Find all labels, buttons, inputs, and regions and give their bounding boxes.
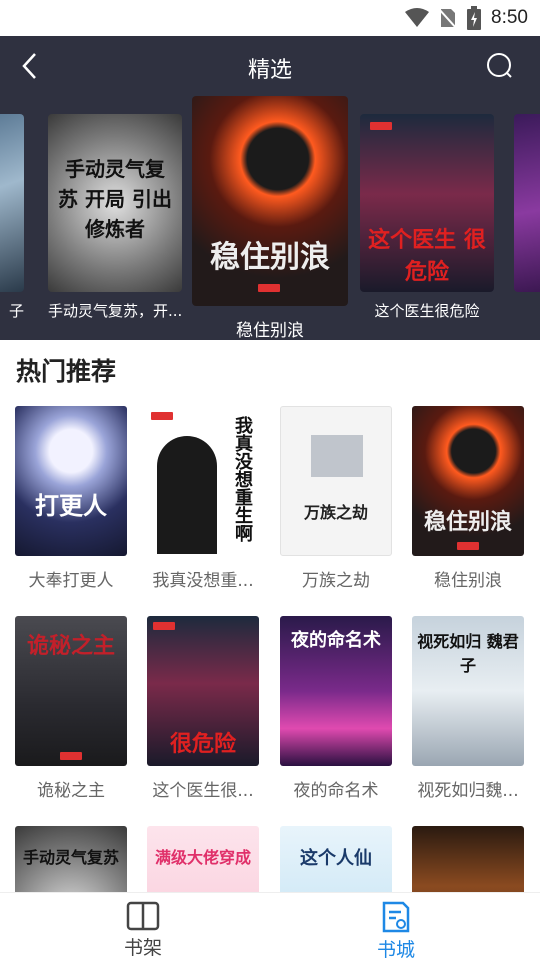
book-cover: 夜的命名术 bbox=[280, 616, 392, 766]
store-icon bbox=[382, 901, 410, 933]
publisher-tag bbox=[258, 284, 280, 292]
carousel-item-label: 这个医生很危险 bbox=[374, 302, 480, 320]
book-cover bbox=[0, 114, 24, 292]
cover-title: 手动灵气复苏 bbox=[22, 848, 119, 867]
carousel-item-label: 稳住别浪 bbox=[236, 321, 304, 340]
book-cover bbox=[514, 114, 540, 292]
carousel-item[interactable]: 子 bbox=[0, 114, 24, 321]
book-title: 这个医生很... bbox=[152, 781, 254, 801]
book-cover: 稳住别浪 bbox=[192, 96, 348, 306]
book-card[interactable]: 手动灵气复苏 bbox=[15, 826, 127, 892]
top-bar: 精选 bbox=[0, 36, 540, 96]
book-cover bbox=[412, 826, 524, 892]
publisher-tag bbox=[153, 622, 175, 630]
book-card[interactable]: 这个人仙 bbox=[280, 826, 392, 892]
cover-title: 我真没想重生啊 bbox=[232, 416, 253, 542]
book-card[interactable]: 满级大佬穿成 bbox=[147, 826, 259, 892]
book-cover: 打更人 bbox=[15, 406, 127, 556]
wifi-icon bbox=[405, 8, 430, 27]
carousel-item[interactable] bbox=[514, 114, 540, 292]
carousel-item-label: 子 bbox=[8, 302, 24, 320]
carousel-item[interactable]: 这个医生 很危险 这个医生很危险 bbox=[360, 114, 494, 321]
cover-title: 打更人 bbox=[35, 491, 107, 520]
no-sim-icon bbox=[439, 8, 458, 29]
book-cover: 万族之劫 bbox=[280, 406, 392, 556]
carousel-item[interactable]: 稳住别浪 稳住别浪 bbox=[192, 96, 348, 340]
cover-title: 手动灵气复苏 开局 引出修炼者 bbox=[58, 157, 172, 241]
book-card[interactable] bbox=[412, 826, 524, 892]
publisher-tag bbox=[370, 122, 392, 130]
book-cover: 这个医生 很危险 bbox=[360, 114, 494, 292]
status-bar: 8:50 bbox=[0, 0, 540, 36]
book-title: 万族之劫 bbox=[302, 571, 370, 591]
cover-title: 稳住别浪 bbox=[423, 509, 512, 535]
publisher-tag bbox=[151, 412, 173, 420]
bookshelf-icon bbox=[126, 901, 160, 931]
book-cover: 这个人仙 bbox=[280, 826, 392, 892]
book-card[interactable]: 视死如归 魏君子 视死如归魏... bbox=[412, 616, 524, 801]
book-cover: 手动灵气复苏 bbox=[15, 826, 127, 892]
book-title: 夜的命名术 bbox=[293, 781, 379, 801]
featured-carousel[interactable]: 子 手动灵气复苏 开局 引出修炼者 手动灵气复苏，开... 稳住别浪 稳住别浪 … bbox=[0, 96, 540, 340]
cover-title: 夜的命名术 bbox=[291, 630, 381, 651]
cover-title: 很危险 bbox=[169, 731, 236, 757]
book-cover: 手动灵气复苏 开局 引出修炼者 bbox=[48, 114, 182, 292]
publisher-tag bbox=[457, 542, 479, 550]
book-title: 视死如归魏... bbox=[417, 781, 519, 801]
nav-store-label: 书城 bbox=[376, 939, 415, 961]
nav-bookshelf[interactable]: 书架 bbox=[83, 893, 203, 961]
book-card[interactable]: 夜的命名术 夜的命名术 bbox=[280, 616, 392, 801]
section-title: 热门推荐 bbox=[16, 357, 117, 386]
nav-store[interactable]: 书城 bbox=[336, 893, 456, 961]
cover-title: 这个人仙 bbox=[300, 848, 372, 869]
book-cover: 视死如归 魏君子 bbox=[412, 616, 524, 766]
cover-title: 满级大佬穿成 bbox=[154, 848, 251, 867]
book-cover: 诡秘之主 bbox=[15, 616, 127, 766]
book-grid: 打更人 大奉打更人 我真没想重生啊 我真没想重... 万族之劫 万族之劫 稳住别… bbox=[0, 406, 540, 892]
book-title: 诡秘之主 bbox=[37, 781, 105, 801]
book-cover: 稳住别浪 bbox=[412, 406, 524, 556]
book-card[interactable]: 万族之劫 万族之劫 bbox=[280, 406, 392, 591]
cover-title: 万族之劫 bbox=[303, 503, 368, 522]
book-card[interactable]: 我真没想重生啊 我真没想重... bbox=[147, 406, 259, 591]
carousel-item-label: 手动灵气复苏，开... bbox=[48, 302, 182, 320]
cover-title: 视死如归 魏君子 bbox=[417, 632, 519, 675]
page-title: 精选 bbox=[247, 58, 292, 83]
bottom-nav: 书架 书城 bbox=[0, 892, 540, 961]
battery-icon bbox=[467, 6, 482, 30]
cover-title: 这个医生 很危险 bbox=[368, 227, 486, 285]
publisher-tag bbox=[60, 752, 82, 760]
cover-title: 稳住别浪 bbox=[210, 240, 330, 275]
book-card[interactable]: 诡秘之主 诡秘之主 bbox=[15, 616, 127, 801]
book-card[interactable]: 很危险 这个医生很... bbox=[147, 616, 259, 801]
carousel-item[interactable]: 手动灵气复苏 开局 引出修炼者 手动灵气复苏，开... bbox=[48, 114, 182, 321]
book-cover: 很危险 bbox=[147, 616, 259, 766]
book-cover: 我真没想重生啊 bbox=[147, 406, 259, 556]
featured-header: 精选 子 手动灵气复苏 开局 引出修炼者 手动灵气复苏，开... 稳住别浪 稳住… bbox=[0, 36, 540, 340]
search-icon bbox=[487, 53, 512, 78]
nav-bookshelf-label: 书架 bbox=[123, 937, 162, 959]
search-button[interactable] bbox=[482, 48, 518, 84]
cover-title: 诡秘之主 bbox=[26, 633, 115, 659]
status-time: 8:50 bbox=[491, 7, 528, 28]
book-card[interactable]: 打更人 大奉打更人 bbox=[15, 406, 127, 591]
book-cover: 满级大佬穿成 bbox=[147, 826, 259, 892]
book-title: 大奉打更人 bbox=[28, 571, 114, 591]
book-card[interactable]: 稳住别浪 稳住别浪 bbox=[412, 406, 524, 591]
status-icons: 8:50 bbox=[405, 6, 528, 30]
book-title: 我真没想重... bbox=[152, 571, 254, 591]
book-title: 稳住别浪 bbox=[434, 571, 502, 591]
